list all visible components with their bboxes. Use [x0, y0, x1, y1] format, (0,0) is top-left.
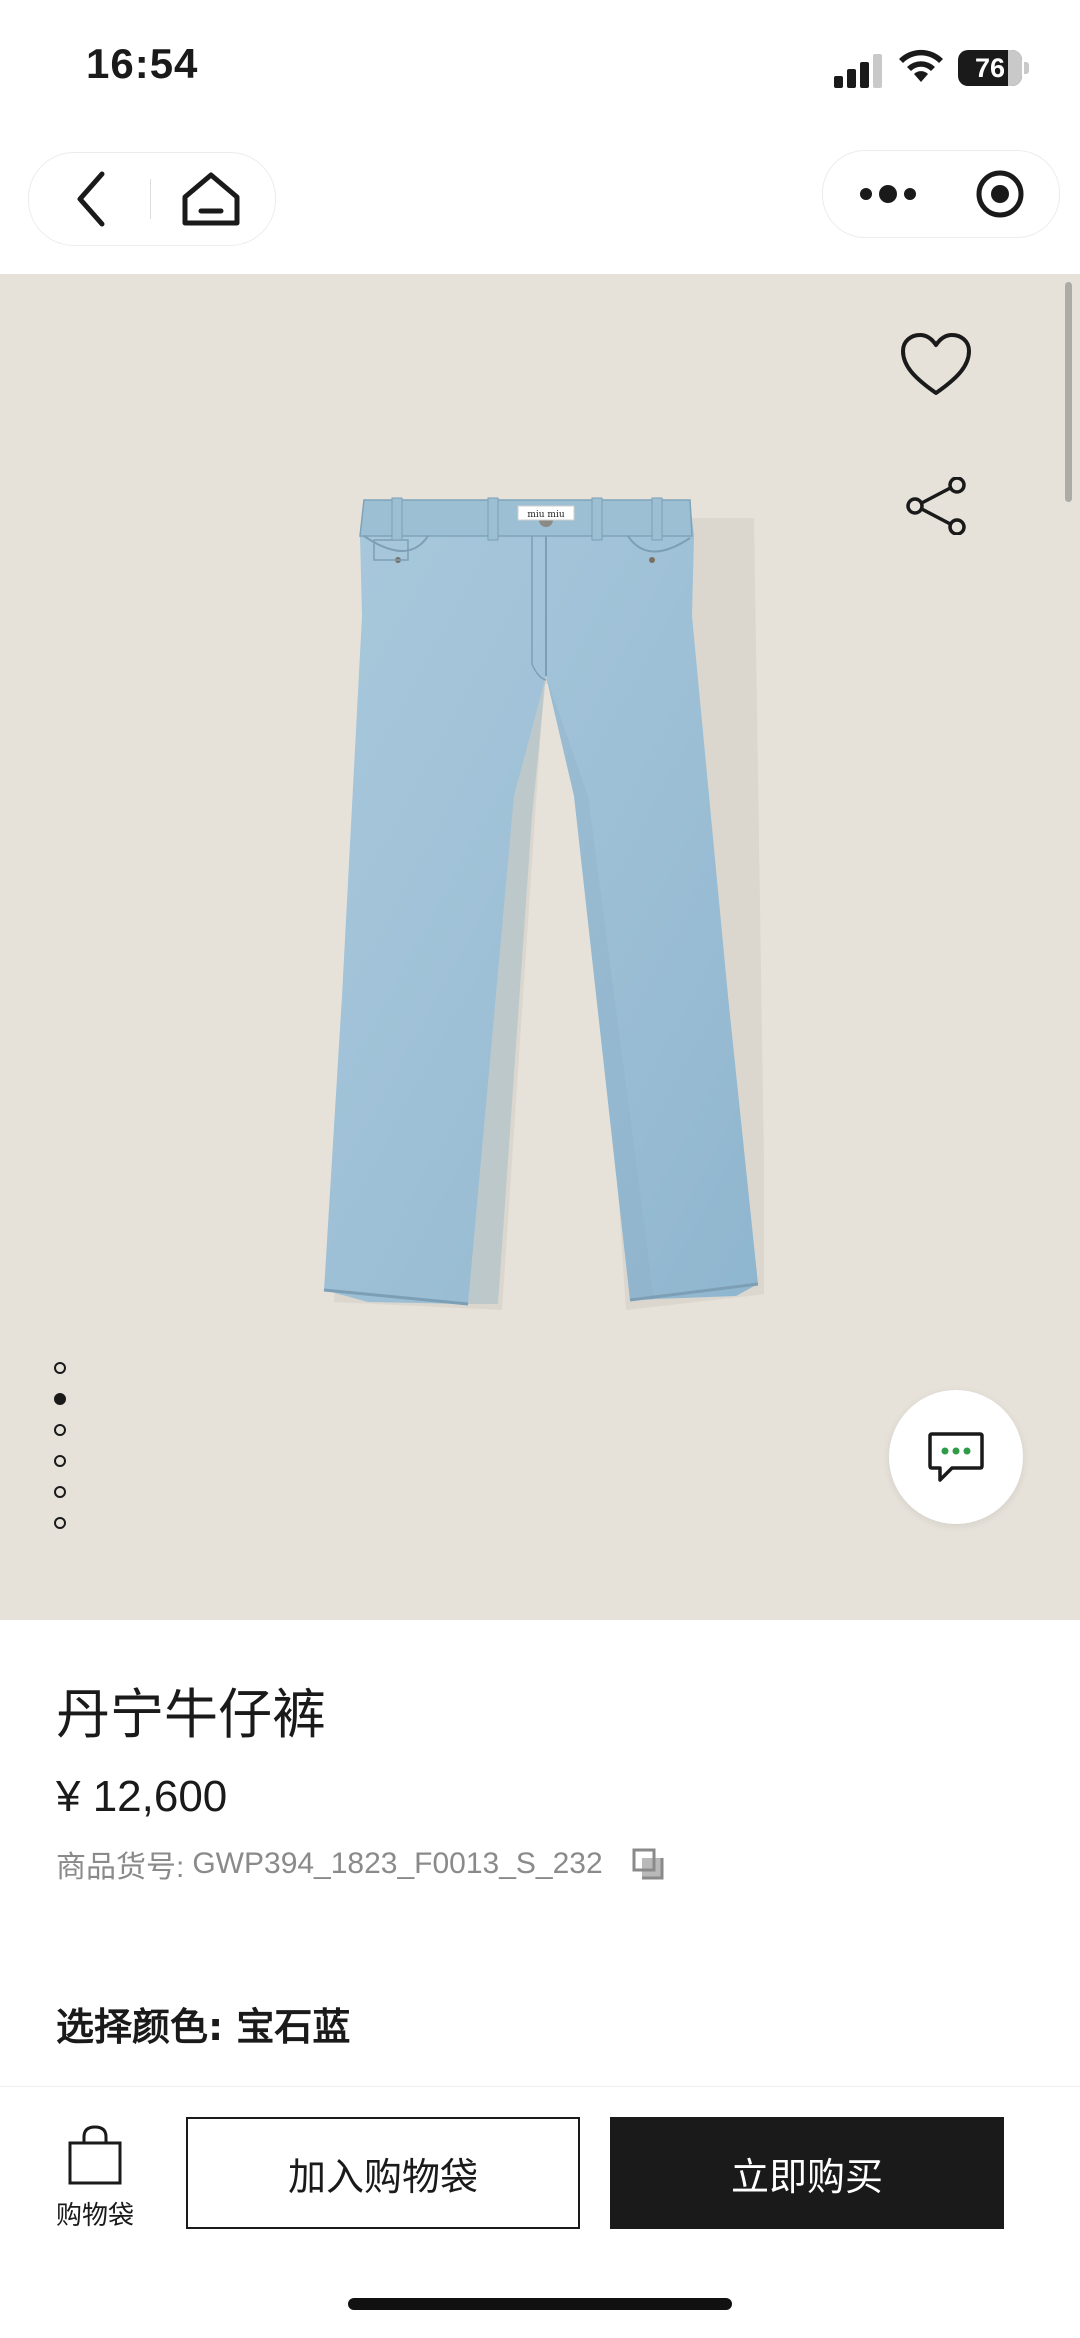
more-dots-icon: [860, 185, 916, 203]
wifi-icon: [899, 49, 943, 82]
gallery-pagination: [54, 1362, 72, 1548]
battery-level: 76: [974, 53, 1006, 83]
share-button[interactable]: [898, 474, 974, 538]
home-icon: [182, 172, 240, 226]
target-circle-icon: [976, 170, 1024, 218]
pagination-dot[interactable]: [54, 1362, 66, 1374]
product-image-gallery[interactable]: miu miu: [0, 274, 1080, 1620]
back-button[interactable]: [59, 167, 125, 231]
cellular-signal-icon: [834, 54, 882, 88]
pagination-dot[interactable]: [54, 1424, 66, 1436]
copy-sku-button[interactable]: [631, 1847, 665, 1881]
chevron-left-icon: [77, 171, 105, 227]
pagination-dot[interactable]: [54, 1455, 66, 1467]
shopping-bag-label: 购物袋: [55, 2201, 134, 2231]
status-bar: 16:54 76: [0, 0, 1080, 140]
close-miniprogram-button[interactable]: [961, 163, 1039, 225]
pagination-dot[interactable]: [54, 1517, 66, 1529]
add-to-bag-button[interactable]: 加入购物袋: [186, 2117, 580, 2229]
chat-bubble-icon: [928, 1432, 984, 1482]
svg-text:miu miu: miu miu: [527, 510, 564, 520]
nav-divider: [150, 179, 151, 219]
scrollbar[interactable]: [1065, 282, 1072, 502]
pagination-dot-active[interactable]: [54, 1393, 66, 1405]
pagination-dot[interactable]: [54, 1486, 66, 1498]
home-indicator[interactable]: [348, 2298, 732, 2310]
nav-capsule-left: [28, 152, 276, 246]
product-jeans-image: miu miu: [323, 497, 764, 1310]
copy-icon: [632, 1848, 664, 1880]
nav-capsule-right: [822, 150, 1060, 238]
share-icon: [906, 477, 966, 535]
battery-icon: 76: [958, 50, 1029, 86]
home-button[interactable]: [175, 167, 247, 231]
heart-icon: [901, 333, 971, 395]
color-selector-label: 选择颜色: 宝石蓝: [56, 2005, 351, 2049]
status-time: 16:54: [86, 40, 199, 87]
sku-row: 商品货号: GWP394_1823_F0013_S_232: [56, 1842, 665, 1886]
favorite-button[interactable]: [896, 328, 976, 400]
buy-now-button[interactable]: 立即购买: [610, 2117, 1004, 2229]
shopping-bag-icon: [68, 2125, 122, 2185]
sku-label: 商品货号:: [56, 1851, 185, 1884]
shopping-bag-tab[interactable]: 购物袋: [40, 2125, 150, 2235]
product-title: 丹宁牛仔裤: [56, 1683, 326, 1746]
sku-value: GWP394_1823_F0013_S_232: [192, 1847, 603, 1880]
product-price: ¥ 12,600: [56, 1772, 228, 1821]
more-options-button[interactable]: [843, 165, 933, 223]
customer-service-button[interactable]: [889, 1390, 1023, 1524]
